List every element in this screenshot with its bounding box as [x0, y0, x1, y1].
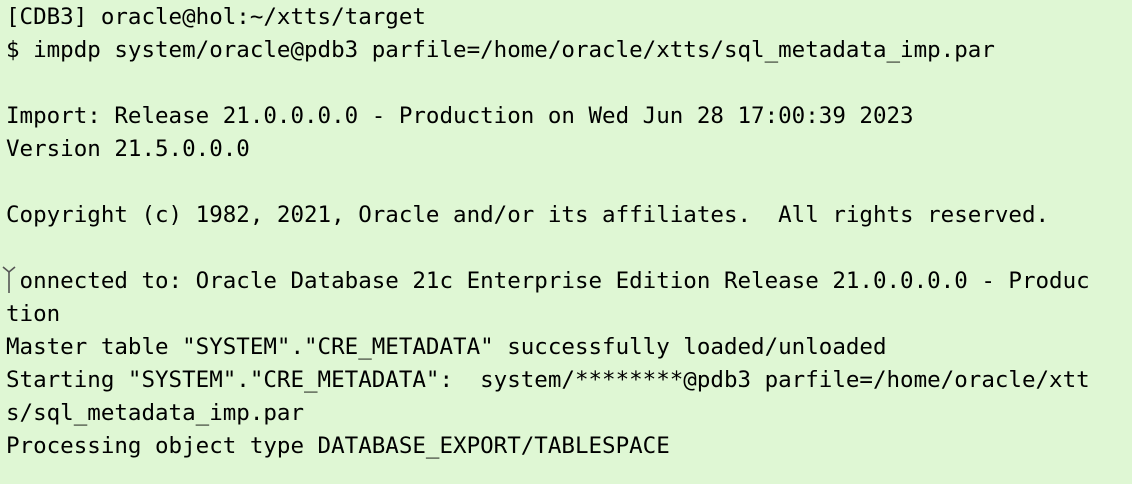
output-line: onnected to: Oracle Database 21c Enterpr… — [6, 268, 1090, 294]
output-line: Version 21.5.0.0.0 — [6, 136, 250, 162]
output-line: Processing object type DATABASE_EXPORT/T… — [6, 433, 670, 459]
output-line: s/sql_metadata_imp.par — [6, 400, 305, 426]
output-line: Master table "SYSTEM"."CRE_METADATA" suc… — [6, 334, 887, 360]
output-line: Starting "SYSTEM"."CRE_METADATA": system… — [6, 367, 1090, 393]
ibeam-cursor-icon — [2, 266, 16, 293]
prompt-line: [CDB3] oracle@hol:~/xtts/target — [6, 4, 426, 30]
output-line: Copyright (c) 1982, 2021, Oracle and/or … — [6, 202, 1050, 228]
output-line: tion — [6, 301, 61, 327]
output-line: Import: Release 21.0.0.0.0 - Production … — [6, 103, 914, 129]
terminal-window[interactable]: [CDB3] oracle@hol:~/xtts/target $ impdp … — [0, 0, 1132, 484]
command-line: $ impdp system/oracle@pdb3 parfile=/home… — [6, 37, 995, 63]
